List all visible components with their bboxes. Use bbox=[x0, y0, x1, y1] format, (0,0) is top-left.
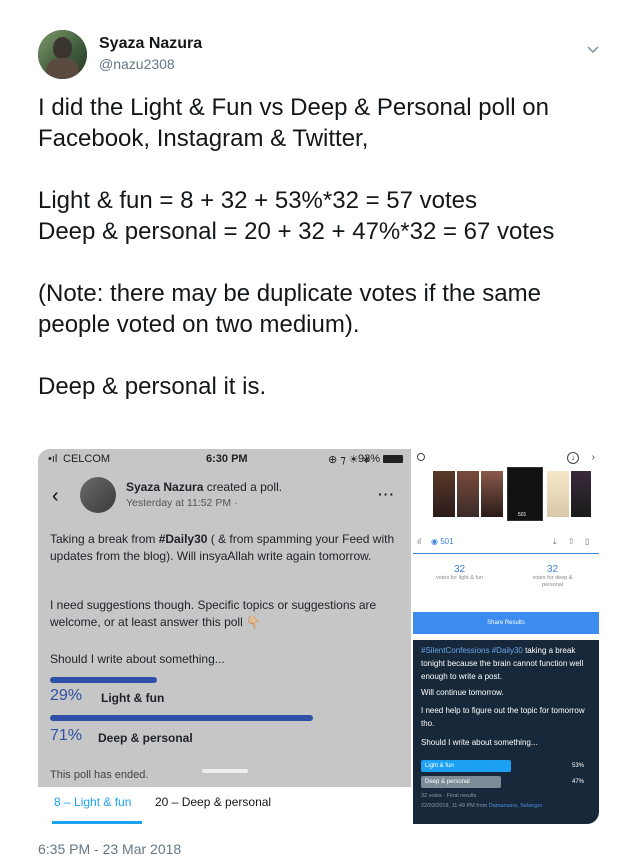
tw-hashtags[interactable]: #SilentConfessions #Daily30 bbox=[421, 646, 523, 655]
tweet-header: Syaza Nazura @nazu2308 bbox=[38, 30, 608, 80]
chevron-down-icon[interactable] bbox=[586, 42, 600, 56]
tw-poll-pct-deep: 47% bbox=[571, 779, 584, 785]
tw-location-link[interactable]: Damansara, Selangor bbox=[489, 803, 543, 809]
poll-bar-deep bbox=[50, 715, 313, 721]
download-icon[interactable]: ↓ bbox=[567, 452, 579, 464]
tw-poll-pct-light: 53% bbox=[571, 763, 584, 769]
poster-line: Syaza Nazura created a poll. bbox=[126, 480, 282, 494]
share-icon[interactable]: ⇧ bbox=[568, 537, 575, 546]
stats-icon[interactable]: ıl bbox=[417, 537, 421, 546]
carrier-label: CELCOM bbox=[63, 453, 111, 465]
clock-label: 6:30 PM bbox=[206, 453, 248, 465]
vote-tabs: 8 – Light & fun 20 – Deep & personal bbox=[38, 787, 411, 824]
tab-deep-personal[interactable]: 20 – Deep & personal bbox=[155, 795, 271, 809]
stat-deep-value: 32 bbox=[546, 564, 559, 575]
poll-question: Should I write about something... bbox=[50, 652, 225, 666]
save-icon[interactable]: ⤓ bbox=[553, 537, 557, 547]
poll-bar-light bbox=[50, 677, 157, 683]
stat-light: 32 votes for light & fun bbox=[413, 564, 506, 582]
story-thumb[interactable] bbox=[433, 471, 455, 517]
camera-icon[interactable] bbox=[417, 453, 425, 461]
tw-post-meta: 22/03/2018, 11:49 PM from Damansara, Sel… bbox=[421, 803, 543, 809]
author-handle[interactable]: @nazu2308 bbox=[99, 56, 175, 72]
tweet-timestamp[interactable]: 6:35 PM - 23 Mar 2018 bbox=[38, 841, 181, 857]
story-thumb[interactable] bbox=[547, 471, 569, 517]
tw-post-line1: #SilentConfessions #Daily30 taking a bre… bbox=[421, 646, 584, 681]
battery-label: 93% bbox=[358, 453, 381, 465]
tweet-text: I did the Light & Fun vs Deep & Personal… bbox=[38, 94, 555, 400]
poll-stats: 32 votes for light & fun 32 votes for de… bbox=[413, 564, 599, 609]
daily30-hashtag[interactable]: #Daily30 bbox=[159, 532, 208, 546]
tweet-media[interactable]: •ıl CELCOM 6:30 PM ⊕ ⁊ ☀ ∗ 93% ‹ Syaza N… bbox=[38, 449, 599, 824]
post-time: Yesterday at 11:52 PM · bbox=[126, 497, 238, 509]
facebook-poll-screenshot[interactable]: •ıl CELCOM 6:30 PM ⊕ ⁊ ☀ ∗ 93% ‹ Syaza N… bbox=[38, 449, 411, 824]
poll-label-light: Light & fun bbox=[101, 691, 165, 705]
views-badge: 501 bbox=[518, 512, 527, 518]
share-results-button[interactable]: Share Results bbox=[413, 612, 599, 634]
stat-deep-label: votes for deep & personal bbox=[532, 575, 573, 588]
twitter-poll-screenshot[interactable]: #SilentConfessions #Daily30 taking a bre… bbox=[413, 640, 599, 824]
tw-poll-meta: 32 votes · Final results bbox=[421, 793, 477, 799]
tw-poll-label-light: Light & fun bbox=[425, 763, 454, 769]
author-name[interactable]: Syaza Nazura bbox=[99, 35, 202, 53]
poll-ended-text: This poll has ended. bbox=[50, 769, 149, 781]
poll-label-deep: Deep & personal bbox=[98, 731, 193, 745]
tw-poll-label-deep: Deep & personal bbox=[425, 779, 470, 785]
more-options-icon[interactable]: ··· bbox=[378, 486, 395, 502]
story-thumb-selected[interactable]: 501 bbox=[507, 467, 543, 521]
poll-pct-light: 29% bbox=[50, 687, 83, 704]
instagram-poll-screenshot[interactable]: ↓ › 501 ıl ◉ 501 ⤓ ⇧ ▯ 32 votes for ligh… bbox=[413, 449, 599, 637]
story-thumb[interactable] bbox=[457, 471, 479, 517]
tw-post-line3: I need help to figure out the topic for … bbox=[421, 706, 585, 728]
close-icon[interactable]: › bbox=[592, 452, 595, 463]
stat-deep: 32 votes for deep & personal bbox=[506, 564, 599, 589]
divider bbox=[413, 553, 599, 554]
battery-icon bbox=[383, 455, 403, 463]
story-thumbnails: 501 bbox=[433, 467, 591, 521]
delete-icon[interactable]: ▯ bbox=[585, 537, 589, 546]
signal-icon: •ıl bbox=[48, 453, 58, 465]
tw-post-line2: Will continue tomorrow. bbox=[421, 688, 504, 697]
post-paragraph-2: I need suggestions though. Specific topi… bbox=[50, 598, 377, 629]
story-thumb[interactable] bbox=[571, 471, 591, 517]
story-toolbar: ıl ◉ 501 ⤓ ⇧ ▯ bbox=[413, 537, 599, 549]
poster-name[interactable]: Syaza Nazura bbox=[126, 480, 203, 494]
stat-light-label: votes for light & fun bbox=[435, 575, 484, 581]
status-bar: •ıl CELCOM 6:30 PM ⊕ ⁊ ☀ ∗ 93% bbox=[38, 449, 411, 469]
back-chevron-icon[interactable]: ‹ bbox=[52, 485, 59, 508]
poster-avatar[interactable] bbox=[80, 477, 116, 513]
poster-action: created a poll. bbox=[206, 480, 283, 494]
tw-post-line4: Should I write about something... bbox=[421, 738, 538, 747]
poll-pct-deep: 71% bbox=[50, 727, 83, 744]
tab-light-fun[interactable]: 8 – Light & fun bbox=[54, 795, 131, 809]
post-paragraph-1: Taking a break from #Daily30 ( & from sp… bbox=[50, 532, 395, 563]
active-tab-underline bbox=[52, 821, 142, 824]
home-indicator bbox=[202, 769, 248, 773]
story-thumb[interactable] bbox=[481, 471, 503, 517]
stat-light-value: 32 bbox=[453, 564, 466, 575]
viewers-count[interactable]: ◉ 501 bbox=[431, 537, 454, 546]
author-avatar[interactable] bbox=[38, 30, 87, 79]
